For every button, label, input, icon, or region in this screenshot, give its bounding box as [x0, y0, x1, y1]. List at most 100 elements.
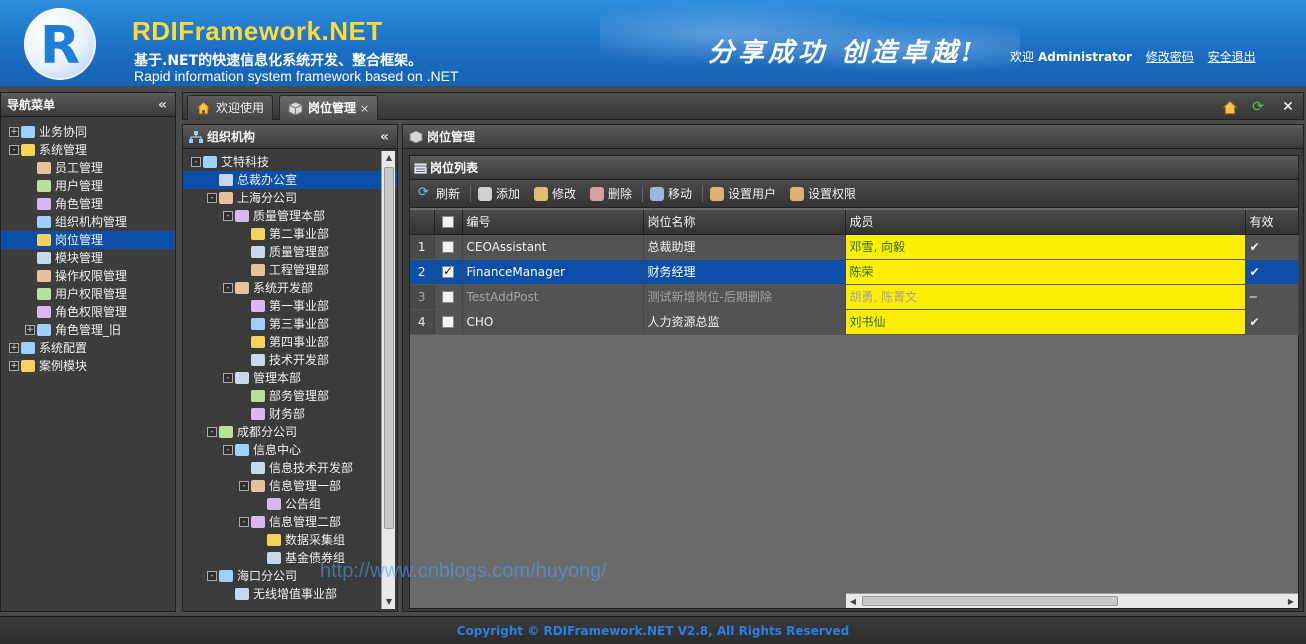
change-password-link[interactable]: 修改密码	[1146, 50, 1194, 64]
column-enabled[interactable]: 有效	[1245, 210, 1299, 235]
collapse-icon[interactable]: -	[207, 193, 217, 203]
nav-node[interactable]: + 业务协同	[1, 123, 175, 141]
collapse-icon[interactable]: -	[223, 211, 233, 221]
column-name[interactable]: 岗位名称	[643, 210, 846, 235]
nav-node[interactable]: + 角色管理_旧	[1, 321, 175, 339]
enabled-check-icon: ✔	[1245, 309, 1299, 335]
nav-node[interactable]: 模块管理	[1, 249, 175, 267]
org-node[interactable]: 第二事业部	[183, 225, 397, 243]
cell-members: 胡勇, 陈菁文	[845, 284, 1246, 310]
scroll-down-icon[interactable]: ▼	[382, 595, 396, 609]
set-users-button[interactable]: 设置用户	[708, 180, 776, 208]
org-node[interactable]: 技术开发部	[183, 351, 397, 369]
home-tool-icon[interactable]	[1217, 95, 1243, 119]
org-node[interactable]: - 成都分公司	[183, 423, 397, 441]
collapse-icon[interactable]: -	[239, 517, 249, 527]
nav-node-label: 系统配置	[39, 341, 88, 355]
collapse-icon[interactable]: -	[223, 283, 233, 293]
post-management-title: 岗位管理	[427, 130, 476, 144]
org-node[interactable]: - 上海分公司	[183, 189, 397, 207]
org-node[interactable]: 总裁办公室	[183, 171, 397, 189]
edit-button[interactable]: 修改	[532, 180, 576, 208]
collapse-org-icon[interactable]: «	[380, 125, 389, 149]
logout-link[interactable]: 安全退出	[1208, 50, 1256, 64]
org-node[interactable]: 第一事业部	[183, 297, 397, 315]
scroll-left-icon[interactable]: ◀	[846, 594, 860, 609]
nav-node[interactable]: + 系统配置	[1, 339, 175, 357]
table-row[interactable]: 1 CEOAssistant 总裁助理 邓雪, 向毅 ✔	[410, 234, 1299, 260]
org-node[interactable]: - 信息中心	[183, 441, 397, 459]
close-tab-icon[interactable]: ×	[360, 102, 369, 115]
tab-post-management[interactable]: 岗位管理 ×	[279, 95, 379, 120]
nav-node[interactable]: - 系统管理	[1, 141, 175, 159]
org-node[interactable]: 第三事业部	[183, 315, 397, 333]
collapse-icon[interactable]: -	[223, 445, 233, 455]
move-button[interactable]: 移动	[648, 180, 692, 208]
close-all-icon[interactable]: ✕	[1275, 95, 1301, 119]
refresh-button[interactable]: ⟳ 刷新	[416, 180, 460, 208]
collapse-icon[interactable]: -	[191, 157, 201, 167]
nav-node[interactable]: 角色权限管理	[1, 303, 175, 321]
org-node[interactable]: 信息技术开发部	[183, 459, 397, 477]
scroll-up-icon[interactable]: ▲	[382, 151, 396, 165]
nav-node-label: 员工管理	[55, 161, 104, 175]
collapse-icon[interactable]: -	[223, 373, 233, 383]
expand-icon[interactable]: +	[9, 361, 19, 371]
refresh-tool-icon[interactable]: ⟳	[1245, 95, 1271, 119]
org-node[interactable]: - 质量管理本部	[183, 207, 397, 225]
collapse-icon[interactable]: -	[239, 481, 249, 491]
org-node[interactable]: - 艾特科技	[183, 153, 397, 171]
collapse-icon[interactable]: -	[207, 427, 217, 437]
nav-node[interactable]: 岗位管理	[1, 231, 175, 249]
org-node[interactable]: - 信息管理一部	[183, 477, 397, 495]
org-node[interactable]: - 信息管理二部	[183, 513, 397, 531]
row-checkbox[interactable]	[442, 264, 454, 278]
table-row[interactable]: 3 TestAddPost 测试新增岗位-后期删除 胡勇, 陈菁文 ━	[410, 284, 1299, 310]
collapse-left-icon[interactable]: «	[158, 93, 167, 117]
nav-node[interactable]: 员工管理	[1, 159, 175, 177]
org-node[interactable]: 工程管理部	[183, 261, 397, 279]
delete-button[interactable]: 删除	[588, 180, 632, 208]
collapse-icon[interactable]: -	[207, 571, 217, 581]
org-node[interactable]: - 管理本部	[183, 369, 397, 387]
set-permissions-button[interactable]: 设置权限	[788, 180, 856, 208]
org-node[interactable]: - 系统开发部	[183, 279, 397, 297]
table-row[interactable]: 2 FinanceManager 财务经理 陈荣 ✔	[410, 259, 1299, 285]
disabled-dash-icon: ━	[1245, 284, 1299, 310]
scroll-right-icon[interactable]: ▶	[1284, 594, 1298, 609]
org-node[interactable]: 部务管理部	[183, 387, 397, 405]
org-scrollbar[interactable]: ▲ ▼	[381, 151, 395, 609]
nav-node[interactable]: 用户权限管理	[1, 285, 175, 303]
row-checkbox[interactable]	[442, 241, 454, 253]
nav-node[interactable]: 操作权限管理	[1, 267, 175, 285]
nav-node[interactable]: 用户管理	[1, 177, 175, 195]
tab-welcome[interactable]: 欢迎使用	[187, 95, 274, 120]
nav-node[interactable]: 组织机构管理	[1, 213, 175, 231]
collapse-icon[interactable]: -	[9, 145, 19, 155]
row-checkbox[interactable]	[442, 316, 454, 328]
grid-scroll-thumb[interactable]	[862, 596, 1118, 606]
nav-node[interactable]: + 案例模块	[1, 357, 175, 375]
org-node[interactable]: 财务部	[183, 405, 397, 423]
org-node[interactable]: 公告组	[183, 495, 397, 513]
select-all-checkbox[interactable]	[442, 216, 454, 229]
column-members[interactable]: 成员	[845, 210, 1246, 235]
add-button[interactable]: 添加	[476, 180, 520, 208]
expand-icon[interactable]: +	[9, 343, 19, 353]
org-node-label: 第四事业部	[269, 335, 330, 349]
cube-icon	[409, 130, 423, 143]
nav-node[interactable]: 角色管理	[1, 195, 175, 213]
org-node[interactable]: 第四事业部	[183, 333, 397, 351]
nav-node-icon	[37, 288, 51, 300]
row-checkbox[interactable]	[442, 291, 454, 303]
expand-icon[interactable]: +	[25, 325, 35, 335]
table-row[interactable]: 4 CHO 人力资源总监 刘书仙 ✔	[410, 309, 1299, 335]
org-node[interactable]: 无线增值事业部	[183, 585, 397, 603]
org-scroll-thumb[interactable]	[384, 167, 394, 529]
nav-node-icon	[21, 342, 35, 354]
column-code[interactable]: 编号	[462, 210, 644, 235]
org-node[interactable]: 质量管理部	[183, 243, 397, 261]
grid-horizontal-scrollbar[interactable]: ◀ ▶	[846, 593, 1298, 608]
org-node[interactable]: 数据采集组	[183, 531, 397, 549]
expand-icon[interactable]: +	[9, 127, 19, 137]
